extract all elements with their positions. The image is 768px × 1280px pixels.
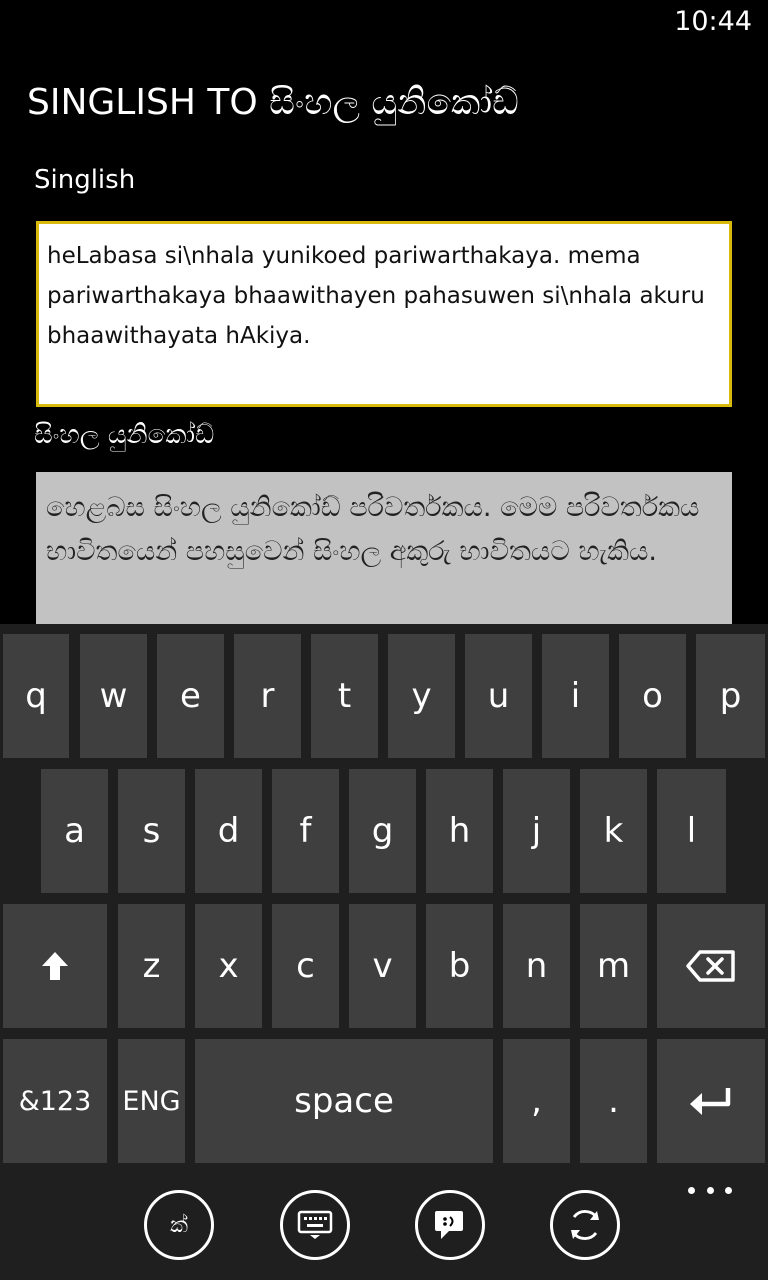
keyboard-button[interactable]: [280, 1190, 350, 1260]
status-bar: 10:44: [0, 0, 768, 48]
key-d[interactable]: d: [195, 769, 262, 893]
enter-icon: [690, 1088, 731, 1115]
enter-key[interactable]: [657, 1039, 765, 1163]
key-q[interactable]: q: [3, 634, 69, 758]
key-x[interactable]: x: [195, 904, 262, 1028]
key-w[interactable]: w: [80, 634, 147, 758]
comma-key[interactable]: ,: [503, 1039, 570, 1163]
singlish-input[interactable]: heLabasa si\nhala yunikoed pariwarthakay…: [36, 221, 732, 407]
key-c[interactable]: c: [272, 904, 339, 1028]
key-j[interactable]: j: [503, 769, 570, 893]
key-k[interactable]: k: [580, 769, 647, 893]
more-options-icon[interactable]: [688, 1180, 732, 1200]
more-dot: [706, 1186, 714, 1194]
numbers-key[interactable]: &123: [3, 1039, 107, 1163]
key-l[interactable]: l: [657, 769, 726, 893]
backspace-icon: [686, 950, 735, 982]
space-key[interactable]: space: [195, 1039, 493, 1163]
key-y[interactable]: y: [388, 634, 455, 758]
key-m[interactable]: m: [580, 904, 647, 1028]
app-title: SINGLISH TO සිංහල යුනිකෝඩ්: [27, 82, 519, 123]
language-key[interactable]: ENG: [118, 1039, 185, 1163]
unicode-output: හෙළබස සිංහල යුනිකෝඩ් පරිවර්තකය. මෙම පරිව…: [36, 472, 732, 628]
singlish-label: Singlish: [34, 165, 136, 195]
key-f[interactable]: f: [272, 769, 339, 893]
key-i[interactable]: i: [542, 634, 609, 758]
chat-button[interactable]: [415, 1190, 485, 1260]
key-u[interactable]: u: [465, 634, 532, 758]
key-g[interactable]: g: [349, 769, 416, 893]
refresh-button[interactable]: [550, 1190, 620, 1260]
key-r[interactable]: r: [234, 634, 301, 758]
sinhala-script-button[interactable]: ක්‍: [144, 1190, 214, 1260]
on-screen-keyboard: q w e r t y u i o p a s d f g h j k l z …: [0, 624, 768, 1280]
status-time: 10:44: [674, 6, 752, 37]
shift-arrow-icon: [42, 952, 68, 980]
period-key[interactable]: .: [580, 1039, 647, 1163]
key-z[interactable]: z: [118, 904, 185, 1028]
key-n[interactable]: n: [503, 904, 570, 1028]
key-s[interactable]: s: [118, 769, 185, 893]
backspace-key[interactable]: [657, 904, 765, 1028]
refresh-icon: [571, 1210, 599, 1240]
key-o[interactable]: o: [619, 634, 686, 758]
chat-icon: [435, 1211, 463, 1239]
more-dot: [725, 1186, 732, 1194]
key-v[interactable]: v: [349, 904, 416, 1028]
key-b[interactable]: b: [426, 904, 493, 1028]
key-h[interactable]: h: [426, 769, 493, 893]
key-p[interactable]: p: [696, 634, 765, 758]
more-dot: [688, 1186, 695, 1194]
sinhala-script-icon: ක්‍: [170, 1212, 188, 1238]
shift-key[interactable]: [3, 904, 107, 1028]
keyboard-icon: [297, 1210, 333, 1239]
unicode-label: සිංහල යුනිකෝඩ්: [34, 420, 215, 450]
key-t[interactable]: t: [311, 634, 378, 758]
key-e[interactable]: e: [157, 634, 224, 758]
key-a[interactable]: a: [41, 769, 108, 893]
